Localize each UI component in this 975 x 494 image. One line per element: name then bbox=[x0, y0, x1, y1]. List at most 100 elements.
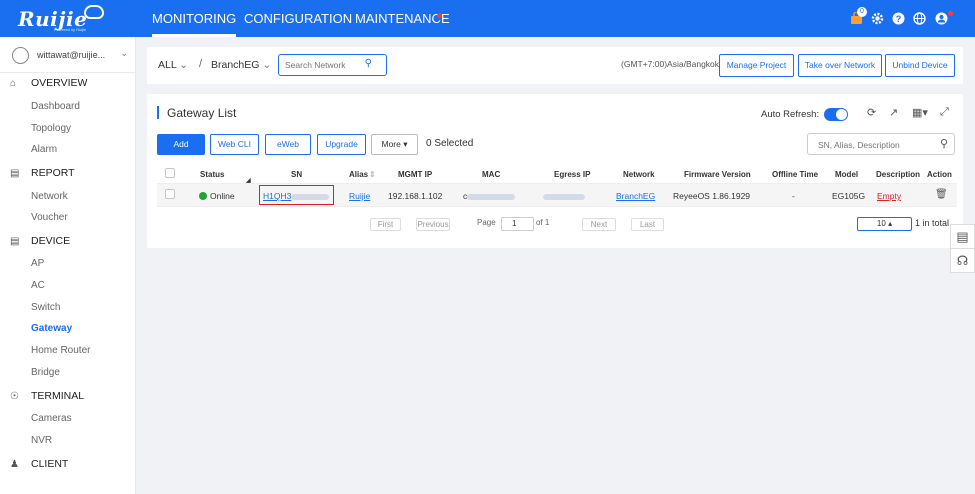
col-sn[interactable]: SN bbox=[291, 170, 302, 179]
search-icon[interactable]: ⚲ bbox=[365, 58, 372, 69]
col-mac[interactable]: MAC bbox=[482, 170, 500, 179]
previous-page-button[interactable]: Previous bbox=[416, 218, 450, 231]
page-size-select[interactable]: 10 ▴ bbox=[857, 217, 912, 231]
col-status[interactable]: Status bbox=[200, 170, 224, 179]
gear-icon[interactable] bbox=[871, 12, 884, 25]
help-icon[interactable]: ? bbox=[892, 12, 905, 25]
cloud-icon bbox=[84, 5, 104, 19]
sidebar-item-alarm[interactable]: Alarm bbox=[31, 144, 57, 155]
manage-project-button[interactable]: Manage Project bbox=[719, 54, 794, 77]
take-over-network-button[interactable]: Take over Network bbox=[798, 54, 882, 77]
more-dropdown[interactable]: More ▾ bbox=[371, 134, 418, 155]
sidebar-item-topology[interactable]: Topology bbox=[31, 123, 71, 134]
network-search-input[interactable] bbox=[285, 58, 361, 72]
upgrade-button[interactable]: Upgrade bbox=[317, 134, 366, 155]
first-page-button[interactable]: First bbox=[370, 218, 401, 231]
logo-subtitle: Powered by Ruijie bbox=[54, 27, 87, 32]
mac-cell: c bbox=[463, 191, 516, 201]
report-icon: ▤ bbox=[10, 168, 20, 179]
feedback-chat-icon[interactable]: ▤ bbox=[950, 224, 975, 249]
user-account-icon[interactable] bbox=[935, 12, 948, 25]
auto-refresh-label: Auto Refresh: bbox=[761, 109, 820, 120]
last-page-button[interactable]: Last bbox=[631, 218, 664, 231]
network-search[interactable]: ⚲ bbox=[278, 54, 387, 76]
sidebar-item-home-router[interactable]: Home Router bbox=[31, 345, 90, 356]
sidebar-item-network[interactable]: Network bbox=[31, 191, 68, 202]
top-navbar: Ruijie Powered by Ruijie MONITORING CONF… bbox=[0, 0, 975, 37]
redacted-egress-ip bbox=[543, 193, 585, 200]
sidebar-section-terminal[interactable]: ☉ TERMINAL bbox=[10, 390, 84, 402]
web-cli-button[interactable]: Web CLI bbox=[210, 134, 259, 155]
ruijie-logo[interactable]: Ruijie Powered by Ruijie bbox=[18, 5, 108, 32]
sidebar-item-bridge[interactable]: Bridge bbox=[31, 367, 60, 378]
globe-icon[interactable] bbox=[913, 12, 926, 25]
terminal-icon: ☉ bbox=[10, 391, 19, 402]
network-selector[interactable]: BranchEG ⌄ bbox=[211, 59, 271, 71]
support-headset-icon[interactable]: ☊ bbox=[950, 248, 975, 273]
sidebar-section-client[interactable]: ♟ CLIENT bbox=[10, 458, 68, 470]
selected-count: 0 Selected bbox=[426, 138, 474, 149]
client-icon: ♟ bbox=[10, 459, 19, 470]
caret-up-icon: ▴ bbox=[888, 219, 893, 228]
search-icon[interactable]: ⚲ bbox=[940, 137, 948, 150]
svg-text:?: ? bbox=[896, 14, 902, 24]
export-icon[interactable]: ↗ bbox=[889, 106, 898, 119]
sidebar-section-overview[interactable]: ⌂ OVERVIEW bbox=[10, 77, 87, 89]
network-link[interactable]: BranchEG bbox=[616, 191, 655, 201]
table-search[interactable]: ⚲ bbox=[807, 133, 955, 155]
redacted-mac bbox=[467, 193, 516, 200]
alias-link[interactable]: Ruijie bbox=[349, 191, 370, 201]
col-model[interactable]: Model bbox=[835, 170, 858, 179]
col-mgmt-ip[interactable]: MGMT IP bbox=[398, 170, 432, 179]
add-button[interactable]: Add bbox=[157, 134, 205, 155]
col-firmware[interactable]: Firmware Version bbox=[684, 170, 751, 179]
fullscreen-icon[interactable]: ⤢ bbox=[940, 106, 949, 119]
column-settings-icon[interactable]: ▦▾ bbox=[912, 106, 928, 119]
description-edit-link[interactable]: Empty bbox=[877, 191, 901, 201]
refresh-icon[interactable]: ⟳ bbox=[867, 106, 876, 119]
sn-highlight-box bbox=[259, 185, 334, 205]
sidebar-section-device[interactable]: ▤ DEVICE bbox=[10, 235, 70, 247]
divider bbox=[0, 72, 136, 73]
nav-monitoring[interactable]: MONITORING bbox=[152, 0, 237, 37]
online-status-icon bbox=[199, 192, 207, 200]
timezone-label: (GMT+7:00)Asia/Bangkok bbox=[621, 59, 720, 69]
page-number-input[interactable]: 1 bbox=[501, 217, 534, 231]
sidebar-item-voucher[interactable]: Voucher bbox=[31, 212, 68, 223]
model-cell: EG105G bbox=[832, 191, 866, 201]
avatar bbox=[12, 47, 29, 64]
col-network[interactable]: Network bbox=[623, 170, 655, 179]
caret-down-icon: ▾ bbox=[403, 139, 408, 149]
next-page-button[interactable]: Next bbox=[582, 218, 616, 231]
col-offline-time[interactable]: Offline Time bbox=[772, 170, 818, 179]
col-description[interactable]: Description bbox=[876, 170, 920, 179]
col-egress-ip[interactable]: Egress IP bbox=[554, 170, 590, 179]
select-all-checkbox[interactable] bbox=[165, 168, 175, 178]
auto-refresh-toggle[interactable] bbox=[824, 108, 848, 121]
row-checkbox[interactable] bbox=[165, 189, 175, 199]
offline-time-cell: - bbox=[792, 191, 795, 201]
delete-icon[interactable]: 🗑 bbox=[935, 189, 948, 200]
sidebar-item-dashboard[interactable]: Dashboard bbox=[31, 101, 80, 112]
sidebar-section-report[interactable]: ▤ REPORT bbox=[10, 167, 75, 179]
total-count: 1 in total bbox=[915, 218, 950, 228]
mgmt-ip-cell: 192.168.1.102 bbox=[388, 191, 443, 201]
col-alias[interactable]: Alias bbox=[349, 170, 368, 179]
table-search-input[interactable] bbox=[818, 138, 928, 151]
sidebar-item-nvr[interactable]: NVR bbox=[31, 435, 52, 446]
eweb-button[interactable]: eWeb bbox=[265, 134, 311, 155]
sort-icon[interactable]: ⇕ bbox=[369, 170, 376, 179]
scope-selector[interactable]: ALL ⌄ bbox=[158, 59, 188, 71]
home-icon: ⌂ bbox=[10, 78, 17, 89]
sidebar-item-gateway[interactable]: Gateway bbox=[31, 323, 72, 334]
sidebar-item-cameras[interactable]: Cameras bbox=[31, 413, 72, 424]
unbind-device-button[interactable]: Unbind Device bbox=[885, 54, 955, 77]
nav-maintenance[interactable]: MAINTENANCE bbox=[355, 0, 450, 37]
sidebar-item-ap[interactable]: AP bbox=[31, 258, 44, 269]
nav-configuration[interactable]: CONFIGURATION bbox=[244, 0, 352, 37]
col-action[interactable]: Action bbox=[927, 170, 952, 179]
user-menu[interactable]: wittawat@ruijie... ⌄ bbox=[10, 45, 128, 67]
sidebar-item-ac[interactable]: AC bbox=[31, 280, 45, 291]
sidebar-item-switch[interactable]: Switch bbox=[31, 302, 60, 313]
sidebar: wittawat@ruijie... ⌄ ⌂ OVERVIEW Dashboard… bbox=[0, 37, 136, 494]
